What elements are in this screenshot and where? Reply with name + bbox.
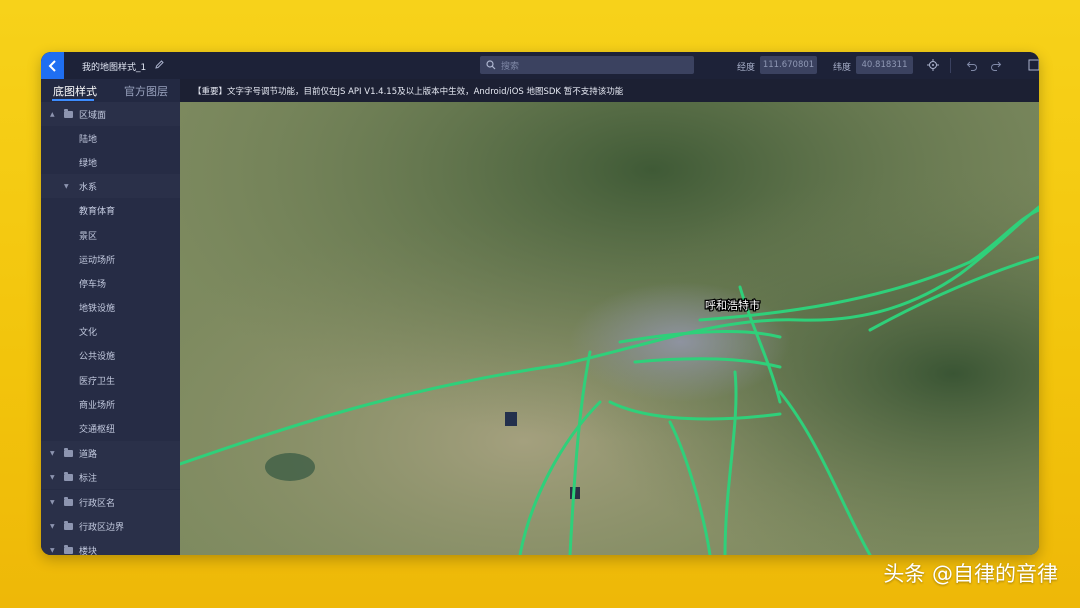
tree-item-admin-names[interactable]: ▼ 行政区名 — [41, 490, 180, 514]
longitude-label: 经度 — [737, 63, 756, 73]
toolbar-divider — [950, 58, 951, 73]
tree-item-subway[interactable]: 地铁设施 — [41, 295, 180, 319]
sidebar-tabs: 底图样式 官方图层 — [41, 79, 180, 103]
folder-icon — [64, 497, 73, 506]
folder-icon — [64, 472, 73, 481]
chevron-left-icon — [48, 59, 56, 72]
caret-right-icon[interactable]: ▼ — [50, 547, 55, 554]
folder-icon — [64, 521, 73, 530]
locate-icon[interactable] — [927, 59, 939, 71]
tree-item-sports[interactable]: 运动场所 — [41, 247, 180, 271]
caret-right-icon[interactable]: ▼ — [50, 523, 55, 530]
caret-right-icon[interactable]: ▼ — [50, 499, 55, 506]
search-icon — [486, 60, 496, 70]
tree-item-land[interactable]: 陆地 — [41, 126, 180, 150]
folder-icon — [64, 448, 73, 457]
map-style-name: 我的地图样式_1 — [82, 63, 147, 73]
map-editor-window: 我的地图样式_1 搜索 经度 111.670801 纬度 40.818311 底… — [41, 52, 1039, 555]
tree-item-public[interactable]: 公共设施 — [41, 343, 180, 367]
tree-item-medical[interactable]: 医疗卫生 — [41, 368, 180, 392]
save-icon[interactable] — [1028, 59, 1039, 71]
undo-icon[interactable] — [966, 59, 978, 71]
latitude-input[interactable]: 40.818311 — [856, 56, 913, 74]
city-label: 呼和浩特市 — [705, 298, 760, 312]
notice-banner: 【重要】文字字号调节功能，目前仅在JS API V1.4.15及以上版本中生效，… — [180, 79, 1039, 102]
caret-down-icon[interactable]: ▲ — [50, 111, 55, 118]
latitude-label: 纬度 — [833, 63, 852, 73]
tree-item-parking[interactable]: 停车场 — [41, 271, 180, 295]
satellite-map-view[interactable]: 呼和浩特市 — [180, 102, 1039, 555]
tree-item-admin-borders[interactable]: ▼ 行政区边界 — [41, 514, 180, 538]
water-body — [505, 412, 517, 426]
active-tab-indicator — [52, 99, 94, 101]
redo-icon[interactable] — [990, 59, 1002, 71]
longitude-input[interactable]: 111.670801 — [760, 56, 817, 74]
caret-right-icon[interactable]: ▼ — [50, 450, 55, 457]
back-button[interactable] — [41, 52, 64, 79]
edit-pencil-icon[interactable] — [154, 59, 165, 70]
search-input[interactable]: 搜索 — [480, 56, 694, 74]
tree-item-culture[interactable]: 文化 — [41, 319, 180, 343]
folder-icon — [64, 109, 73, 118]
map-canvas[interactable]: 呼和浩特市 — [180, 102, 1039, 555]
caret-down-icon[interactable]: ▼ — [64, 183, 69, 190]
tree-item-area[interactable]: ▲ 区域面 — [41, 102, 180, 126]
layer-tree: ▲ 区域面 陆地 绿地 ▼ 水系 教育体育 景区 运动场所 停车场 地铁设施 文… — [41, 102, 180, 555]
folder-icon — [64, 545, 73, 554]
tree-item-water[interactable]: ▼ 水系 — [41, 174, 180, 198]
tree-item-scenic[interactable]: 景区 — [41, 223, 180, 247]
watermark: 头条 @自律的音律 — [883, 562, 1058, 586]
tab-official-layers[interactable]: 官方图层 — [124, 83, 168, 99]
tree-item-green[interactable]: 绿地 — [41, 150, 180, 174]
tab-base-style[interactable]: 底图样式 — [53, 83, 97, 99]
tree-item-transit[interactable]: 交通枢纽 — [41, 416, 180, 440]
tree-item-education[interactable]: 教育体育 — [41, 198, 180, 222]
tree-item-buildings[interactable]: ▼ 楼块 — [41, 538, 180, 555]
search-placeholder: 搜索 — [501, 61, 520, 72]
notice-text: 【重要】文字字号调节功能，目前仅在JS API V1.4.15及以上版本中生效，… — [193, 86, 624, 97]
top-toolbar: 我的地图样式_1 搜索 经度 111.670801 纬度 40.818311 — [41, 52, 1039, 79]
tree-item-labels[interactable]: ▼ 标注 — [41, 465, 180, 489]
tree-item-commerce[interactable]: 商业场所 — [41, 392, 180, 416]
lake — [265, 453, 315, 481]
tree-item-roads[interactable]: ▼ 道路 — [41, 441, 180, 465]
caret-right-icon[interactable]: ▼ — [50, 474, 55, 481]
